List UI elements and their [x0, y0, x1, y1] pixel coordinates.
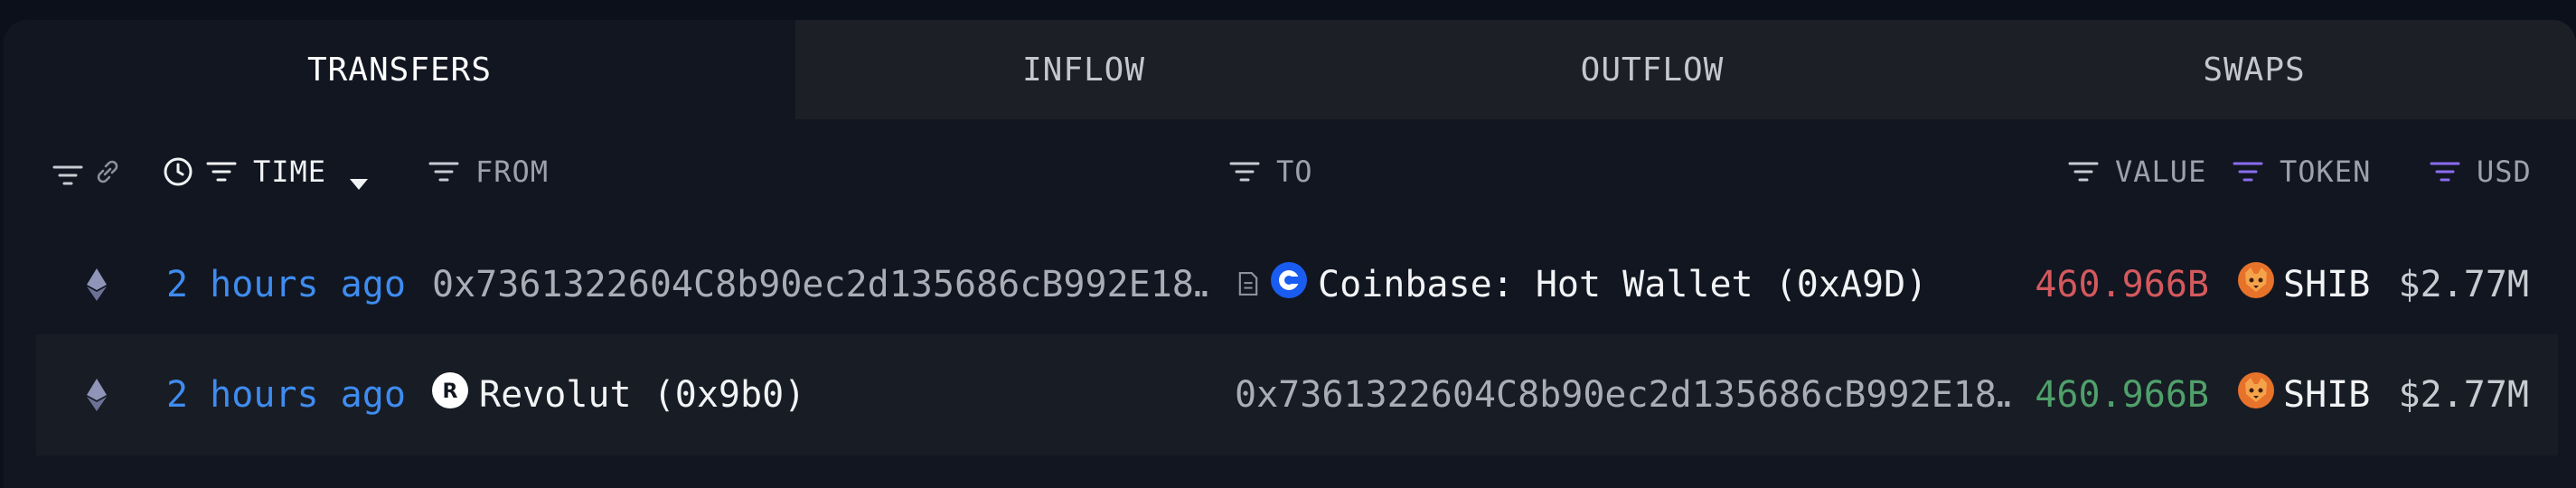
filter-icon[interactable]	[52, 160, 83, 185]
link-icon[interactable]	[94, 158, 121, 185]
sort-down-icon[interactable]	[348, 164, 370, 190]
from-column-header[interactable]: FROM	[428, 119, 549, 224]
to-header-label: TO	[1276, 155, 1313, 189]
filter-icon[interactable]	[2233, 160, 2263, 183]
clock-icon	[163, 156, 193, 187]
token-symbol[interactable]: SHIB	[2283, 264, 2370, 305]
filter-icon[interactable]	[206, 160, 237, 183]
usd-amount: $2.77M	[2398, 264, 2530, 305]
from-cell: R Revolut (0x9b0)	[432, 334, 805, 455]
tab-swaps[interactable]: SWAPS	[1932, 20, 2576, 119]
table-header: TIME FROM TO VALUE TOKEN USD	[4, 119, 2576, 224]
to-entity-link[interactable]: Coinbase: Hot Wallet (0xA9D)	[1318, 264, 1927, 305]
from-entity-link[interactable]: Revolut (0x9b0)	[479, 374, 805, 416]
usd-amount: $2.77M	[2398, 374, 2530, 416]
token-cell[interactable]: SHIB	[2238, 334, 2370, 455]
time-header-label: TIME	[253, 155, 327, 189]
time-column-header[interactable]: TIME	[163, 119, 370, 224]
from-address[interactable]: 0x7361322604C8b90ec2d135686cB992E18…	[432, 224, 1209, 345]
value-amount: 460.966B	[2035, 374, 2209, 416]
ethereum-icon	[87, 224, 107, 345]
to-column-header[interactable]: TO	[1229, 119, 1313, 224]
value-amount: 460.966B	[2035, 264, 2209, 305]
token-header-label: TOKEN	[2280, 155, 2372, 189]
filter-icon[interactable]	[1229, 160, 1260, 183]
value-header-label: VALUE	[2115, 155, 2207, 189]
to-address[interactable]: 0x7361322604C8b90ec2d135686cB992E18…	[1235, 334, 2012, 455]
table-row[interactable]: 2 hours ago R Revolut (0x9b0) 0x73613226…	[36, 334, 2558, 455]
transfers-panel: TRANSFERS INFLOW OUTFLOW SWAPS TIME FROM…	[4, 20, 2576, 488]
tab-transfers[interactable]: TRANSFERS	[4, 20, 795, 119]
contract-document-icon	[1238, 264, 1258, 305]
tab-bar: TRANSFERS INFLOW OUTFLOW SWAPS	[4, 20, 2576, 119]
chain-column-header	[52, 119, 121, 224]
shib-token-icon	[2238, 262, 2274, 307]
tab-outflow[interactable]: OUTFLOW	[1372, 20, 1932, 119]
time-link[interactable]: 2 hours ago	[166, 334, 406, 455]
usd-column-header[interactable]: USD	[2430, 119, 2532, 224]
token-symbol[interactable]: SHIB	[2283, 374, 2370, 416]
time-link[interactable]: 2 hours ago	[166, 224, 406, 345]
filter-icon[interactable]	[428, 160, 459, 183]
token-cell[interactable]: SHIB	[2238, 224, 2370, 345]
value-column-header[interactable]: VALUE	[2068, 119, 2206, 224]
revolut-logo-icon: R	[432, 372, 468, 418]
svg-text:R: R	[443, 380, 458, 403]
coinbase-logo-icon	[1271, 262, 1307, 307]
usd-header-label: USD	[2477, 155, 2532, 189]
tab-inflow[interactable]: INFLOW	[795, 20, 1372, 119]
table-row[interactable]: 2 hours ago 0x7361322604C8b90ec2d135686c…	[36, 224, 2558, 345]
filter-icon[interactable]	[2430, 160, 2460, 183]
ethereum-icon	[87, 334, 107, 455]
filter-icon[interactable]	[2068, 160, 2099, 183]
token-column-header[interactable]: TOKEN	[2233, 119, 2371, 224]
to-cell: Coinbase: Hot Wallet (0xA9D)	[1238, 224, 1927, 345]
from-header-label: FROM	[475, 155, 550, 189]
shib-token-icon	[2238, 372, 2274, 418]
